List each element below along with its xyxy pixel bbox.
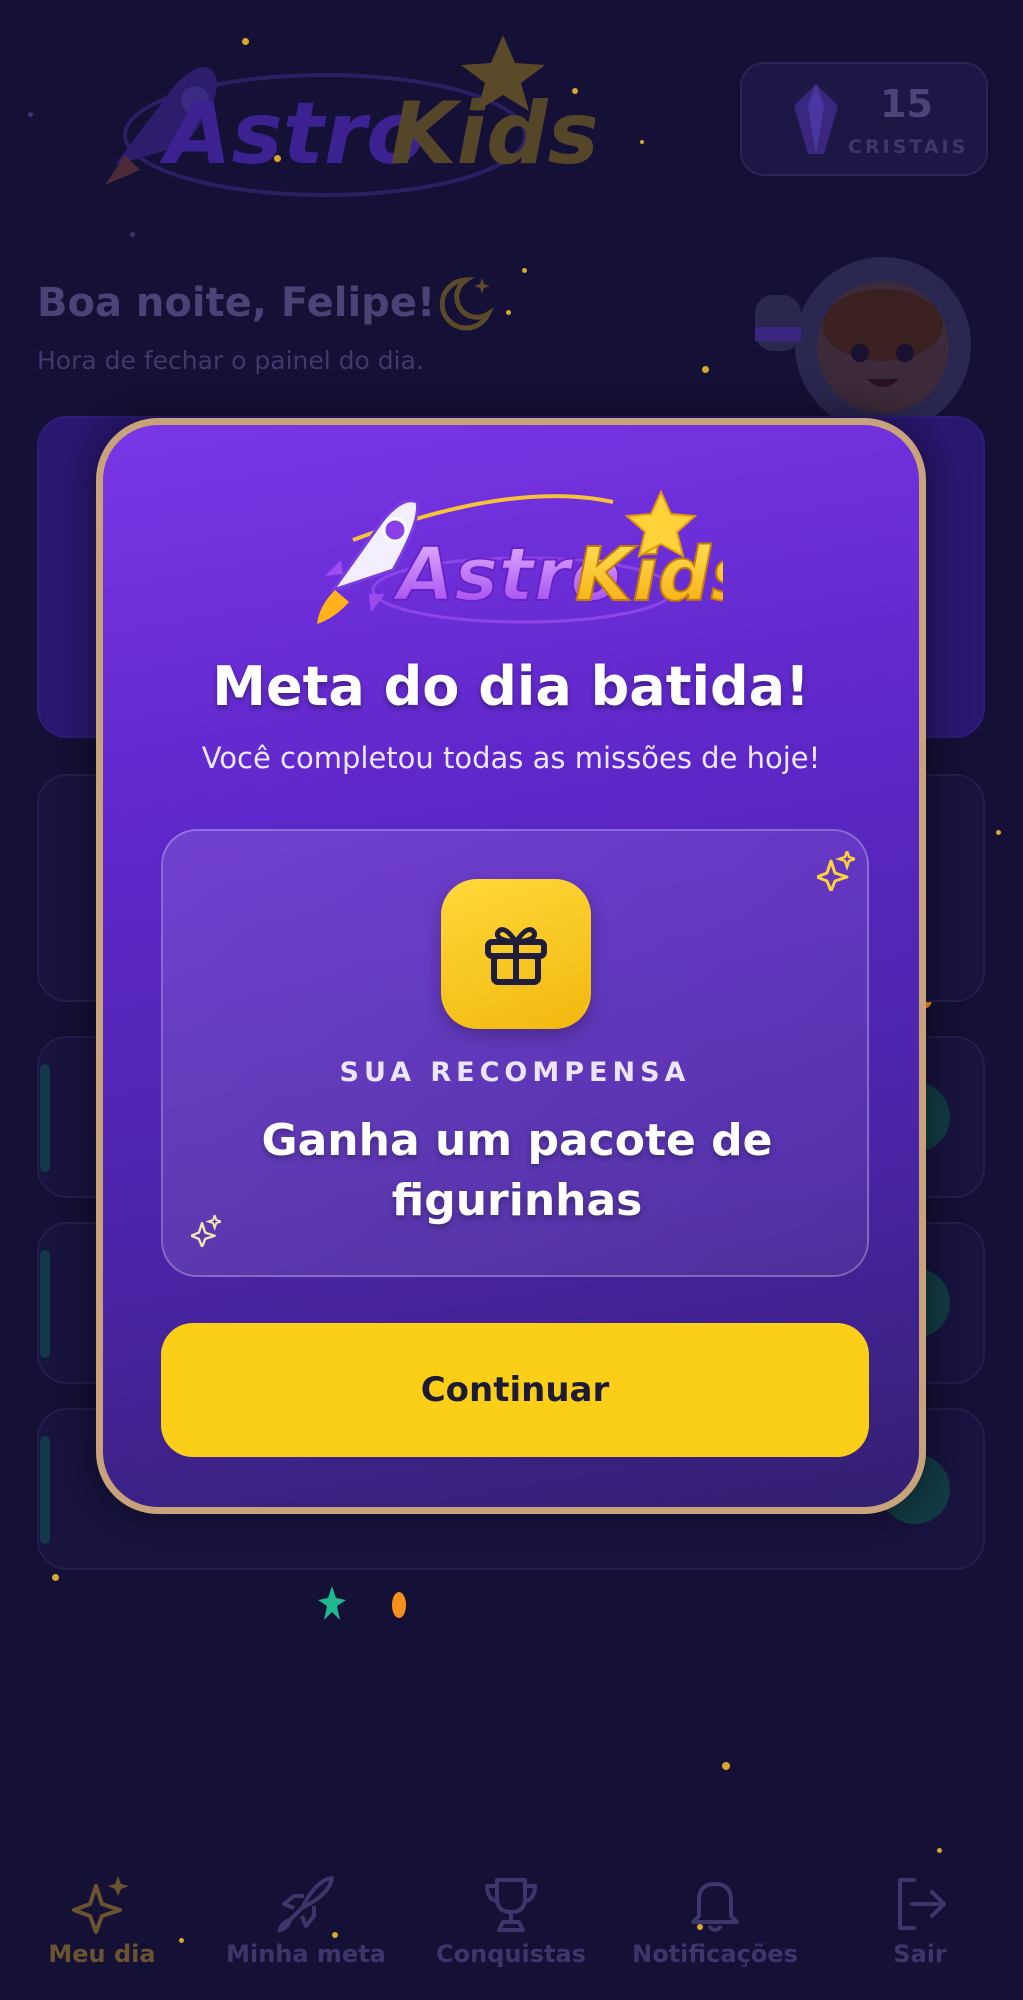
nav-label: Conquistas [436, 1940, 586, 1968]
nav-item-minha-meta[interactable]: Minha meta [211, 1860, 401, 1968]
star-dot [937, 1848, 942, 1853]
modal-subtitle: Você completou todas as missões de hoje! [201, 741, 821, 775]
nav-item-meu-dia[interactable]: Meu dia [7, 1860, 197, 1968]
trophy-icon [485, 1878, 537, 1932]
bell-icon [691, 1882, 739, 1932]
sparkle-icon [817, 851, 855, 891]
logout-icon [898, 1878, 946, 1930]
crystals-counter: 15 CRISTAIS [740, 62, 988, 176]
star-dot [506, 310, 511, 315]
confetti-star-icon [318, 1586, 346, 1620]
moon-icon [439, 277, 494, 331]
reward-text: Ganha um pacote de figurinhas [261, 1115, 773, 1226]
star-dot [702, 366, 709, 373]
star-dot [640, 140, 644, 144]
nav-item-sair[interactable]: Sair [825, 1860, 1015, 1968]
nav-label: Sair [893, 1940, 947, 1968]
greeting-title: Boa noite, Felipe! [37, 280, 436, 326]
crystal-icon [794, 84, 838, 154]
mission-accent-bar [40, 1250, 50, 1358]
svg-text:Astro: Astro [159, 84, 425, 184]
star-dot [52, 1574, 59, 1581]
app-logo-background: Astro Kids [105, 35, 595, 197]
confetti-piece [392, 1592, 406, 1618]
mission-accent-bar [40, 1064, 50, 1172]
continue-button[interactable]: Continuar [161, 1323, 869, 1457]
bottom-navigation: Meu dia Minha meta Conquistas Notificaçõ… [0, 1860, 1023, 2000]
mission-accent-bar [40, 1436, 50, 1544]
app-logo: Astro Kids [317, 490, 723, 624]
crystals-label: CRISTAIS [848, 136, 969, 158]
nav-label: Minha meta [226, 1940, 386, 1968]
greeting-subtitle: Hora de fechar o painel do dia. [37, 346, 424, 375]
reward-label: SUA RECOMPENSA [339, 1057, 691, 1088]
star-dot [722, 1762, 730, 1770]
reward-card: SUA RECOMPENSA Ganha um pacote de figuri… [161, 829, 869, 1277]
star-dot [996, 830, 1001, 835]
gift-icon [485, 927, 547, 985]
nav-item-notificacoes[interactable]: Notificações [620, 1860, 810, 1968]
crystals-count: 15 [880, 82, 933, 126]
star-dot [28, 112, 33, 117]
sparkle-icon [191, 1215, 221, 1247]
star-dot [522, 268, 527, 273]
star-dot [130, 232, 135, 237]
goal-completed-modal: Astro Kids Meta do dia batida! Você comp… [96, 418, 926, 1514]
rocket-icon [277, 1876, 334, 1933]
sparkles-icon [72, 1876, 129, 1934]
nav-label: Meu dia [48, 1940, 156, 1968]
nav-label: Notificações [632, 1940, 798, 1968]
nav-item-conquistas[interactable]: Conquistas [416, 1860, 606, 1968]
gift-badge [441, 879, 591, 1029]
modal-title: Meta do dia batida! [212, 655, 810, 718]
